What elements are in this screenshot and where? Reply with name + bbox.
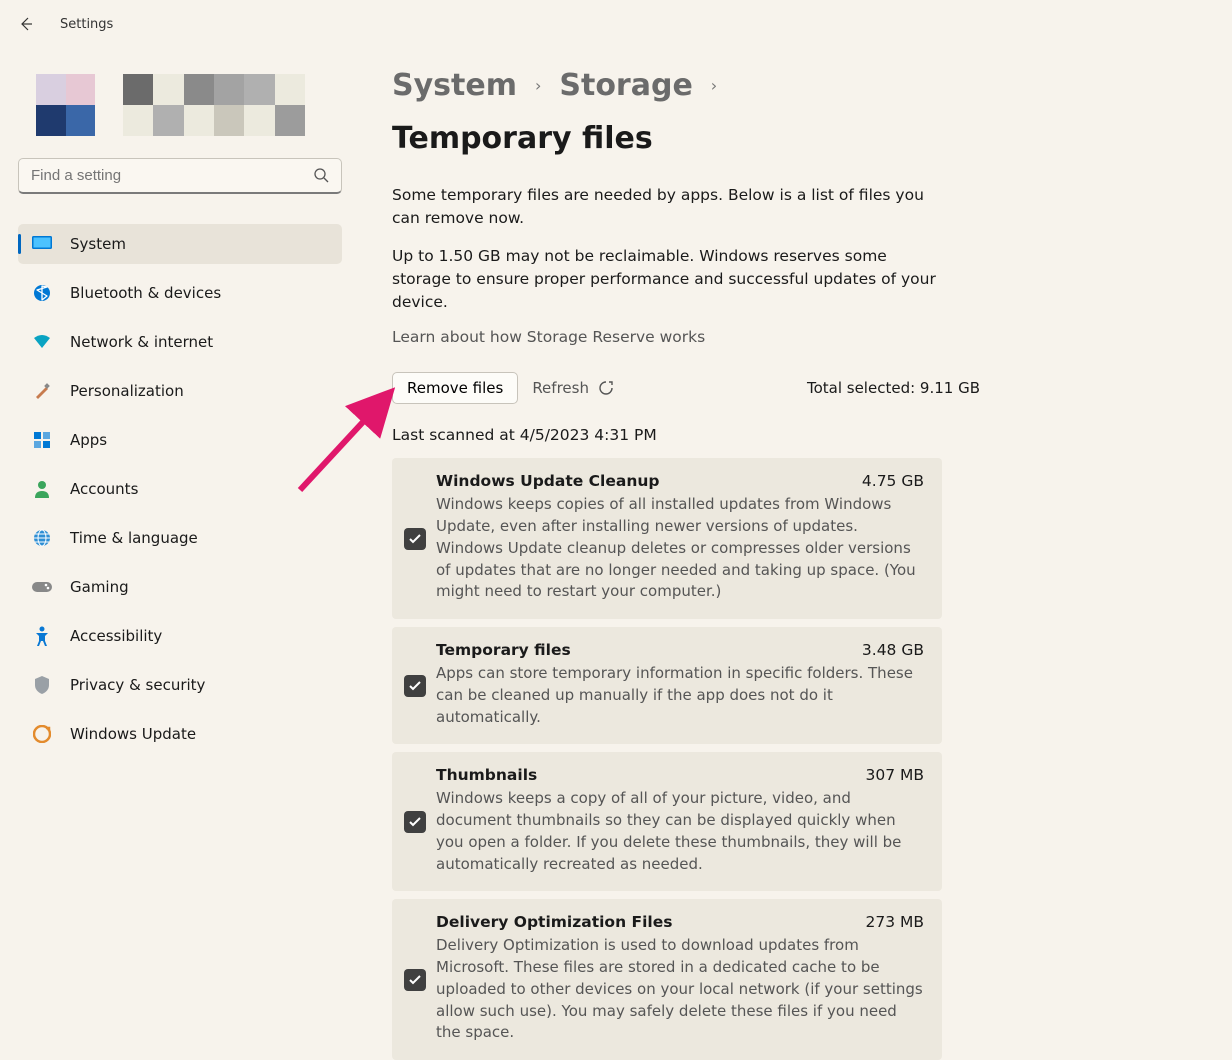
- sidebar-item-label: Gaming: [70, 578, 129, 596]
- titlebar-label: Settings: [60, 17, 113, 32]
- breadcrumb-current: Temporary files: [392, 121, 653, 156]
- main-content: System › Storage › Temporary files Some …: [360, 48, 980, 1060]
- sidebar-item-label: Accounts: [70, 480, 138, 498]
- search-icon: [313, 167, 329, 183]
- file-category-card[interactable]: Thumbnails 307 MB Windows keeps a copy of …: [392, 752, 942, 891]
- total-selected: Total selected: 9.11 GB: [807, 379, 980, 397]
- globe-icon: [32, 528, 52, 548]
- sidebar-item-gaming[interactable]: Gaming: [18, 567, 342, 607]
- wifi-icon: [32, 332, 52, 352]
- sidebar-item-bluetooth-devices[interactable]: Bluetooth & devices: [18, 273, 342, 313]
- refresh-icon: [597, 379, 615, 397]
- accessibility-icon: [32, 626, 52, 646]
- card-title: Delivery Optimization Files: [436, 913, 672, 931]
- sidebar-item-windows-update[interactable]: Windows Update: [18, 714, 342, 754]
- refresh-label: Refresh: [532, 379, 589, 397]
- monitor-icon: [32, 234, 52, 254]
- action-row: Remove files Refresh Total selected: 9.1…: [392, 372, 980, 404]
- chevron-right-icon: ›: [711, 76, 717, 95]
- search-input[interactable]: [31, 167, 301, 184]
- avatar: [36, 74, 95, 136]
- checkbox[interactable]: [404, 675, 426, 697]
- file-category-list: Windows Update Cleanup 4.75 GB Windows kee…: [392, 458, 942, 1060]
- last-scanned: Last scanned at 4/5/2023 4:31 PM: [392, 426, 980, 444]
- bluetooth-icon: [32, 283, 52, 303]
- sidebar-item-system[interactable]: System: [18, 224, 342, 264]
- sidebar-item-accessibility[interactable]: Accessibility: [18, 616, 342, 656]
- shield-icon: [32, 675, 52, 695]
- remove-files-button[interactable]: Remove files: [392, 372, 518, 404]
- sidebar-item-label: Apps: [70, 431, 107, 449]
- sidebar-item-label: Personalization: [70, 382, 184, 400]
- sidebar-item-personalization[interactable]: Personalization: [18, 371, 342, 411]
- back-button[interactable]: [14, 12, 38, 36]
- breadcrumb-storage[interactable]: Storage: [559, 68, 692, 103]
- sidebar-item-label: Privacy & security: [70, 676, 205, 694]
- breadcrumb: System › Storage › Temporary files: [392, 68, 980, 156]
- breadcrumb-system[interactable]: System: [392, 68, 517, 103]
- card-size: 307 MB: [865, 766, 924, 784]
- nav: System Bluetooth & devices Network & inter…: [18, 224, 342, 763]
- card-size: 3.48 GB: [862, 641, 924, 659]
- titlebar: Settings: [0, 0, 1232, 48]
- search-input-container[interactable]: [18, 158, 342, 194]
- refresh-button[interactable]: Refresh: [532, 379, 615, 397]
- checkbox[interactable]: [404, 811, 426, 833]
- card-description: Delivery Optimization is used to downloa…: [436, 935, 924, 1044]
- description-2: Up to 1.50 GB may not be reclaimable. Wi…: [392, 245, 937, 315]
- card-title: Windows Update Cleanup: [436, 472, 660, 490]
- update-icon: [32, 724, 52, 744]
- card-size: 273 MB: [865, 913, 924, 931]
- card-description: Apps can store temporary information in …: [436, 663, 924, 728]
- file-category-card[interactable]: Delivery Optimization Files 273 MB Deliver…: [392, 899, 942, 1060]
- sidebar-item-label: Bluetooth & devices: [70, 284, 221, 302]
- sidebar-item-network-internet[interactable]: Network & internet: [18, 322, 342, 362]
- card-description: Windows keeps a copy of all of your pict…: [436, 788, 924, 875]
- sidebar: System Bluetooth & devices Network & inter…: [0, 48, 360, 1060]
- account-header[interactable]: [18, 74, 342, 136]
- sidebar-item-privacy-security[interactable]: Privacy & security: [18, 665, 342, 705]
- file-category-card[interactable]: Temporary files 3.48 GB Apps can store tem…: [392, 627, 942, 744]
- card-title: Temporary files: [436, 641, 571, 659]
- card-title: Thumbnails: [436, 766, 537, 784]
- sidebar-item-label: Windows Update: [70, 725, 196, 743]
- sidebar-item-label: System: [70, 235, 126, 253]
- gamepad-icon: [32, 577, 52, 597]
- card-description: Windows keeps copies of all installed up…: [436, 494, 924, 603]
- storage-reserve-link[interactable]: Learn about how Storage Reserve works: [392, 328, 980, 346]
- account-name-redacted: [123, 74, 305, 136]
- sidebar-item-apps[interactable]: Apps: [18, 420, 342, 460]
- sidebar-item-time-language[interactable]: Time & language: [18, 518, 342, 558]
- person-icon: [32, 479, 52, 499]
- brush-icon: [32, 381, 52, 401]
- checkbox[interactable]: [404, 528, 426, 550]
- sidebar-item-accounts[interactable]: Accounts: [18, 469, 342, 509]
- card-size: 4.75 GB: [862, 472, 924, 490]
- sidebar-item-label: Network & internet: [70, 333, 213, 351]
- sidebar-item-label: Accessibility: [70, 627, 162, 645]
- apps-icon: [32, 430, 52, 450]
- chevron-right-icon: ›: [535, 76, 541, 95]
- description-1: Some temporary files are needed by apps.…: [392, 184, 937, 231]
- checkbox[interactable]: [404, 969, 426, 991]
- file-category-card[interactable]: Windows Update Cleanup 4.75 GB Windows kee…: [392, 458, 942, 619]
- sidebar-item-label: Time & language: [70, 529, 198, 547]
